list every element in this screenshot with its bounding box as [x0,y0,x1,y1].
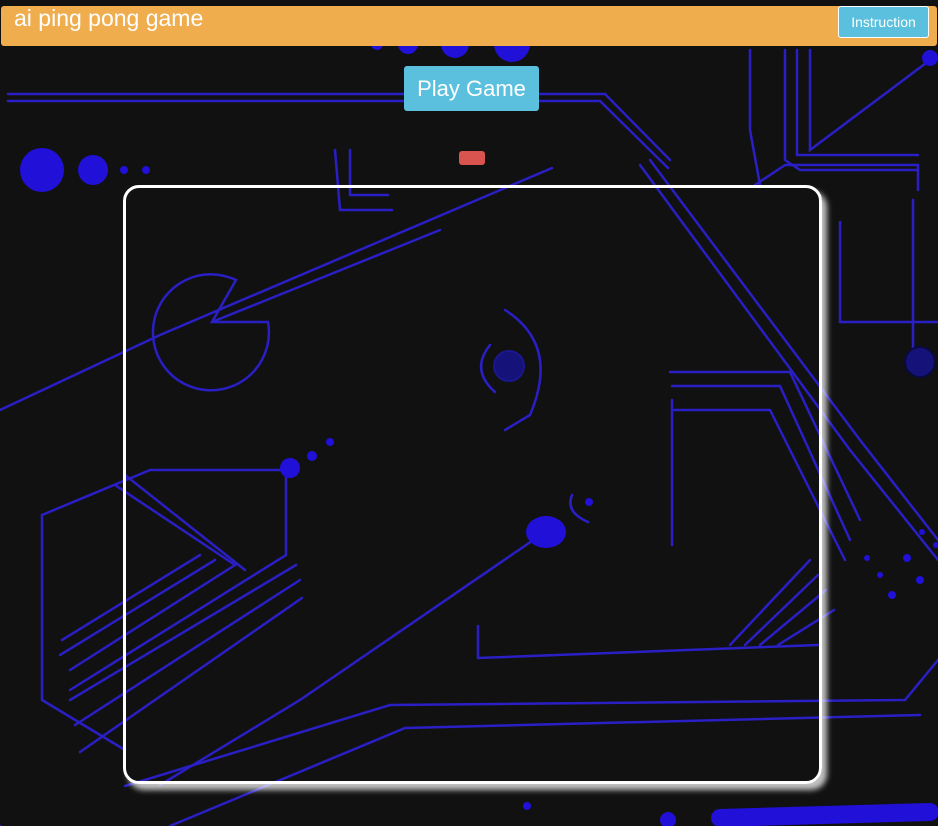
game-page: ai ping pong game Instruction Play Game [0,0,938,826]
navbar: ai ping pong game Instruction [1,6,937,46]
play-game-button[interactable]: Play Game [404,66,539,111]
instruction-button[interactable]: Instruction [838,6,929,38]
app-title: ai ping pong game [14,5,204,31]
ai-paddle [459,151,485,165]
game-board[interactable] [123,185,822,784]
